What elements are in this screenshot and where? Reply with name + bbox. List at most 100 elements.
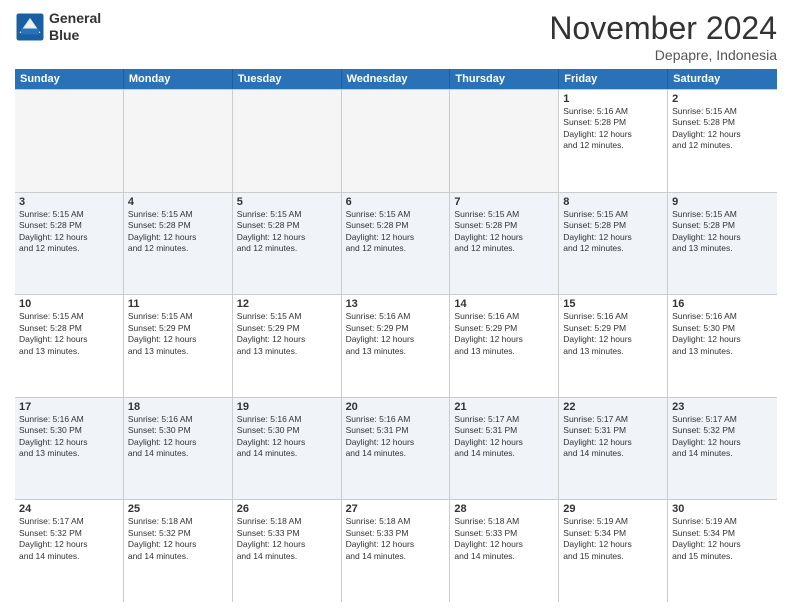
- logo-line1: General: [49, 10, 101, 27]
- cell-info-line: and 15 minutes.: [672, 551, 773, 562]
- weekday-header: Monday: [124, 69, 233, 89]
- cell-info-line: Sunrise: 5:15 AM: [672, 209, 773, 220]
- calendar-cell: 24Sunrise: 5:17 AMSunset: 5:32 PMDayligh…: [15, 500, 124, 602]
- calendar-cell: 21Sunrise: 5:17 AMSunset: 5:31 PMDayligh…: [450, 398, 559, 500]
- weekday-header: Thursday: [450, 69, 559, 89]
- cell-info-line: Daylight: 12 hours: [672, 129, 773, 140]
- calendar-cell: 25Sunrise: 5:18 AMSunset: 5:32 PMDayligh…: [124, 500, 233, 602]
- cell-info-line: Daylight: 12 hours: [19, 437, 119, 448]
- cell-info-line: and 13 minutes.: [19, 448, 119, 459]
- cell-info-line: Sunset: 5:30 PM: [19, 425, 119, 436]
- logo-icon: [15, 12, 45, 42]
- cell-info-line: Daylight: 12 hours: [128, 232, 228, 243]
- cell-info-line: and 13 minutes.: [128, 346, 228, 357]
- cell-info-line: Sunrise: 5:15 AM: [19, 311, 119, 322]
- cell-info-line: Sunrise: 5:15 AM: [237, 311, 337, 322]
- day-number: 22: [563, 401, 663, 413]
- cell-info-line: Sunset: 5:33 PM: [454, 528, 554, 539]
- day-number: 12: [237, 298, 337, 310]
- cell-info-line: Sunrise: 5:16 AM: [346, 414, 446, 425]
- cell-info-line: Sunset: 5:34 PM: [563, 528, 663, 539]
- cell-info-line: and 14 minutes.: [563, 448, 663, 459]
- cell-info-line: Sunset: 5:31 PM: [346, 425, 446, 436]
- cell-info-line: Sunset: 5:29 PM: [454, 323, 554, 334]
- day-number: 5: [237, 196, 337, 208]
- logo-text: General Blue: [49, 10, 101, 44]
- cell-info-line: and 14 minutes.: [128, 551, 228, 562]
- calendar-cell: 6Sunrise: 5:15 AMSunset: 5:28 PMDaylight…: [342, 193, 451, 295]
- cell-info-line: Sunset: 5:28 PM: [672, 220, 773, 231]
- cell-info-line: Sunset: 5:30 PM: [237, 425, 337, 436]
- cell-info-line: Sunrise: 5:16 AM: [128, 414, 228, 425]
- cell-info-line: Daylight: 12 hours: [19, 334, 119, 345]
- cell-info-line: and 15 minutes.: [563, 551, 663, 562]
- cell-info-line: Daylight: 12 hours: [19, 232, 119, 243]
- day-number: 8: [563, 196, 663, 208]
- calendar-cell: [124, 90, 233, 192]
- cell-info-line: and 14 minutes.: [454, 448, 554, 459]
- day-number: 21: [454, 401, 554, 413]
- day-number: 25: [128, 503, 228, 515]
- cell-info-line: Sunset: 5:30 PM: [128, 425, 228, 436]
- cell-info-line: Daylight: 12 hours: [672, 539, 773, 550]
- cell-info-line: Daylight: 12 hours: [19, 539, 119, 550]
- calendar-cell: 1Sunrise: 5:16 AMSunset: 5:28 PMDaylight…: [559, 90, 668, 192]
- day-number: 27: [346, 503, 446, 515]
- cell-info-line: Sunset: 5:28 PM: [454, 220, 554, 231]
- cell-info-line: Sunrise: 5:15 AM: [672, 106, 773, 117]
- calendar-cell: 11Sunrise: 5:15 AMSunset: 5:29 PMDayligh…: [124, 295, 233, 397]
- calendar-cell: 17Sunrise: 5:16 AMSunset: 5:30 PMDayligh…: [15, 398, 124, 500]
- cell-info-line: and 12 minutes.: [563, 243, 663, 254]
- cell-info-line: Daylight: 12 hours: [672, 437, 773, 448]
- cell-info-line: and 12 minutes.: [346, 243, 446, 254]
- calendar-cell: 5Sunrise: 5:15 AMSunset: 5:28 PMDaylight…: [233, 193, 342, 295]
- calendar-row: 1Sunrise: 5:16 AMSunset: 5:28 PMDaylight…: [15, 90, 777, 193]
- cell-info-line: Daylight: 12 hours: [346, 232, 446, 243]
- cell-info-line: Sunrise: 5:18 AM: [237, 516, 337, 527]
- cell-info-line: Sunset: 5:32 PM: [672, 425, 773, 436]
- cell-info-line: Sunset: 5:28 PM: [346, 220, 446, 231]
- calendar-cell: 30Sunrise: 5:19 AMSunset: 5:34 PMDayligh…: [668, 500, 777, 602]
- calendar-cell: 3Sunrise: 5:15 AMSunset: 5:28 PMDaylight…: [15, 193, 124, 295]
- weekday-header: Sunday: [15, 69, 124, 89]
- day-number: 1: [563, 93, 663, 105]
- cell-info-line: Sunrise: 5:17 AM: [454, 414, 554, 425]
- weekday-header: Wednesday: [342, 69, 451, 89]
- cell-info-line: Daylight: 12 hours: [346, 334, 446, 345]
- cell-info-line: Sunset: 5:28 PM: [563, 220, 663, 231]
- cell-info-line: Daylight: 12 hours: [346, 539, 446, 550]
- cell-info-line: Sunset: 5:28 PM: [19, 220, 119, 231]
- calendar-cell: 16Sunrise: 5:16 AMSunset: 5:30 PMDayligh…: [668, 295, 777, 397]
- cell-info-line: Sunrise: 5:15 AM: [237, 209, 337, 220]
- logo: General Blue: [15, 10, 101, 44]
- calendar-cell: 29Sunrise: 5:19 AMSunset: 5:34 PMDayligh…: [559, 500, 668, 602]
- calendar-cell: [342, 90, 451, 192]
- cell-info-line: Daylight: 12 hours: [237, 334, 337, 345]
- cell-info-line: Sunrise: 5:15 AM: [454, 209, 554, 220]
- title-block: November 2024 Depapre, Indonesia: [549, 10, 777, 63]
- cell-info-line: and 14 minutes.: [128, 448, 228, 459]
- calendar-cell: 20Sunrise: 5:16 AMSunset: 5:31 PMDayligh…: [342, 398, 451, 500]
- header: General Blue November 2024 Depapre, Indo…: [15, 10, 777, 63]
- cell-info-line: Sunrise: 5:16 AM: [19, 414, 119, 425]
- calendar-cell: 2Sunrise: 5:15 AMSunset: 5:28 PMDaylight…: [668, 90, 777, 192]
- cell-info-line: Daylight: 12 hours: [237, 232, 337, 243]
- calendar-cell: 15Sunrise: 5:16 AMSunset: 5:29 PMDayligh…: [559, 295, 668, 397]
- cell-info-line: Sunset: 5:29 PM: [128, 323, 228, 334]
- day-number: 6: [346, 196, 446, 208]
- cell-info-line: Sunrise: 5:18 AM: [346, 516, 446, 527]
- day-number: 14: [454, 298, 554, 310]
- calendar-cell: [450, 90, 559, 192]
- day-number: 19: [237, 401, 337, 413]
- cell-info-line: Daylight: 12 hours: [563, 334, 663, 345]
- cell-info-line: Daylight: 12 hours: [563, 437, 663, 448]
- cell-info-line: and 13 minutes.: [672, 346, 773, 357]
- cell-info-line: and 12 minutes.: [19, 243, 119, 254]
- cell-info-line: Daylight: 12 hours: [128, 539, 228, 550]
- weekday-header: Saturday: [668, 69, 777, 89]
- cell-info-line: Sunrise: 5:15 AM: [128, 209, 228, 220]
- day-number: 9: [672, 196, 773, 208]
- calendar-cell: 18Sunrise: 5:16 AMSunset: 5:30 PMDayligh…: [124, 398, 233, 500]
- cell-info-line: Daylight: 12 hours: [454, 539, 554, 550]
- cell-info-line: Sunset: 5:28 PM: [128, 220, 228, 231]
